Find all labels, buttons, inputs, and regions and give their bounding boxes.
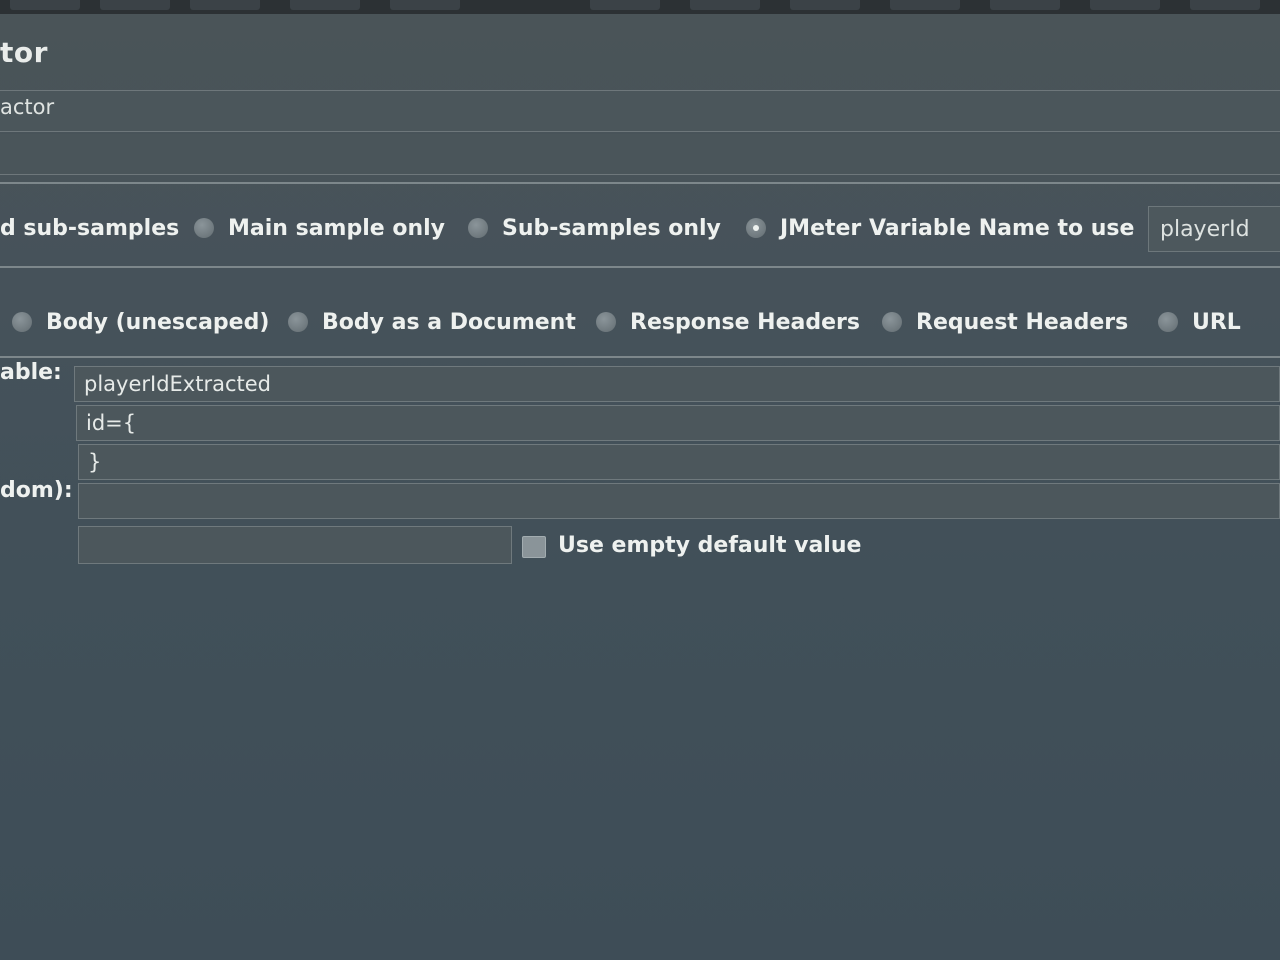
field-to-check-group: Body (unescaped) Body as a Document Resp… — [0, 298, 1280, 346]
top-toolbar-strip — [0, 0, 1280, 14]
field-option-label: Body (unescaped) — [46, 309, 270, 335]
field-request-headers[interactable]: Request Headers — [882, 298, 1128, 346]
field-response-headers[interactable]: Response Headers — [596, 298, 860, 346]
toolbar-button[interactable] — [1190, 0, 1260, 10]
toolbar-button[interactable] — [390, 0, 460, 10]
toolbar-button[interactable] — [10, 0, 80, 10]
name-field[interactable]: actor — [0, 90, 1280, 132]
toolbar-button[interactable] — [890, 0, 960, 10]
jmeter-variable-input[interactable]: playerId — [1148, 206, 1280, 252]
apply-option-label: JMeter Variable Name to use — [780, 215, 1135, 241]
apply-sub-samples-only[interactable]: Sub-samples only — [468, 204, 721, 252]
radio-checked-icon[interactable] — [746, 218, 766, 238]
field-option-label: Body as a Document — [322, 309, 576, 335]
radio-icon[interactable] — [882, 312, 902, 332]
radio-icon[interactable] — [288, 312, 308, 332]
toolbar-button[interactable] — [590, 0, 660, 10]
field-url[interactable]: URL — [1158, 298, 1241, 346]
apply-option-label: Sub-samples only — [502, 215, 721, 241]
toolbar-button[interactable] — [290, 0, 360, 10]
field-body-unescaped[interactable]: Body (unescaped) — [12, 298, 269, 346]
toolbar-button[interactable] — [190, 0, 260, 10]
field-option-label: Request Headers — [916, 309, 1129, 335]
comments-field[interactable] — [0, 134, 1280, 175]
radio-icon[interactable] — [596, 312, 616, 332]
section-divider — [0, 356, 1280, 358]
toolbar-button[interactable] — [100, 0, 170, 10]
apply-option-label: Main sample only — [228, 215, 445, 241]
apply-to-group: d sub-samples Main sample only Sub-sampl… — [0, 204, 1280, 252]
section-divider — [0, 182, 1280, 184]
use-empty-default-checkbox[interactable] — [522, 536, 546, 558]
toolbar-button[interactable] — [790, 0, 860, 10]
toolbar-button[interactable] — [990, 0, 1060, 10]
radio-icon[interactable] — [12, 312, 32, 332]
name-field-value: actor — [0, 95, 55, 119]
section-divider — [0, 266, 1280, 268]
radio-icon[interactable] — [194, 218, 214, 238]
default-value-input[interactable] — [78, 526, 512, 564]
left-boundary-input[interactable]: id={ — [76, 405, 1280, 441]
apply-option-label: d sub-samples — [0, 215, 180, 241]
radio-icon[interactable] — [468, 218, 488, 238]
apply-main-sample-only[interactable]: Main sample only — [194, 204, 445, 252]
right-boundary-input[interactable]: } — [78, 444, 1280, 480]
reference-name-label: able: — [0, 360, 62, 385]
panel-title: tor — [0, 36, 48, 69]
radio-icon[interactable] — [1158, 312, 1178, 332]
match-no-input[interactable] — [78, 483, 1280, 519]
reference-name-input[interactable]: playerIdExtracted — [74, 366, 1280, 402]
use-empty-default-label: Use empty default value — [558, 533, 862, 558]
field-option-label: URL — [1192, 309, 1241, 335]
field-body-as-document[interactable]: Body as a Document — [288, 298, 576, 346]
apply-main-and-sub-samples[interactable]: d sub-samples — [0, 204, 179, 252]
match-no-label: dom): — [0, 478, 73, 503]
toolbar-button[interactable] — [1090, 0, 1160, 10]
field-option-label: Response Headers — [630, 309, 860, 335]
apply-jmeter-variable[interactable]: JMeter Variable Name to use — [746, 204, 1134, 252]
toolbar-button[interactable] — [690, 0, 760, 10]
